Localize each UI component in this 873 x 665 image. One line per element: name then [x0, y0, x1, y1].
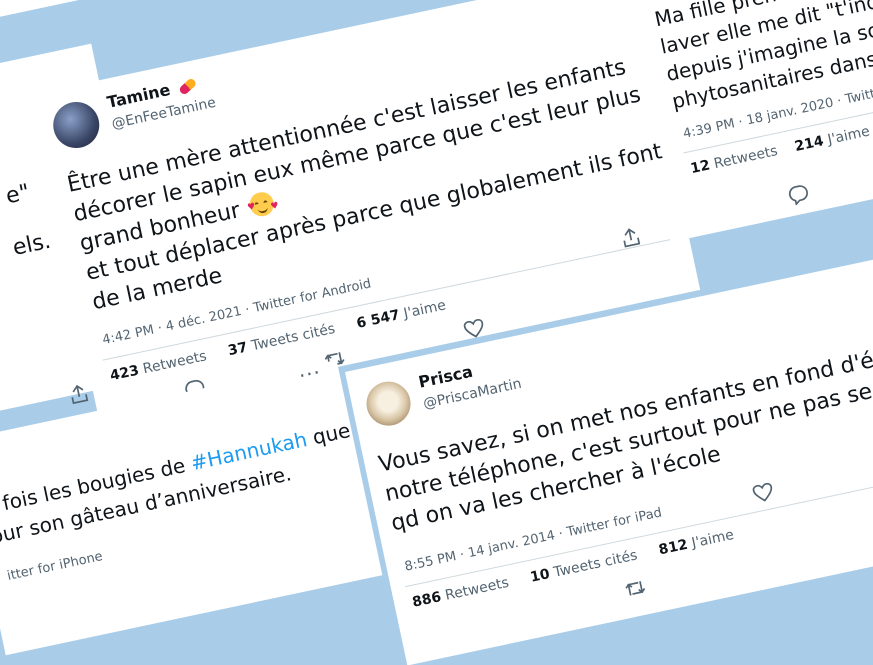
tweet-source[interactable]: itter for iPhone — [6, 549, 104, 584]
tweet-text-fragment: e" — [3, 179, 32, 210]
avatar[interactable] — [362, 377, 415, 430]
tweet-text-fragment: els. — [10, 228, 54, 262]
tweet-card-top-left — [0, 0, 322, 17]
like-icon[interactable] — [752, 482, 775, 504]
like-count[interactable]: 214 J'aime — [793, 123, 871, 155]
smiling-face-with-hearts-emoji: ♥ ♥ — [246, 189, 280, 219]
like-count[interactable]: 812 J'aime — [657, 527, 735, 559]
like-icon[interactable] — [463, 318, 486, 340]
retweet-count[interactable]: 886 Retweets — [411, 575, 511, 611]
pill-emoji — [178, 77, 198, 96]
reply-icon[interactable] — [787, 183, 811, 207]
more-options-icon[interactable]: ··· — [297, 360, 324, 388]
tweet-text: ó fois les bougies de #Hannukah que our … — [0, 417, 353, 549]
tweet-stats: 886 Retweets 10 Tweets cités 812 J'aime — [411, 527, 736, 611]
avatar[interactable] — [48, 97, 104, 153]
quote-count[interactable]: 37 Tweets cités — [227, 321, 337, 359]
share-icon[interactable] — [67, 382, 91, 406]
retweet-icon[interactable] — [622, 576, 648, 600]
tweet-card-hannukah[interactable]: ··· ó fois les bougies de #Hannukah que … — [0, 360, 383, 656]
